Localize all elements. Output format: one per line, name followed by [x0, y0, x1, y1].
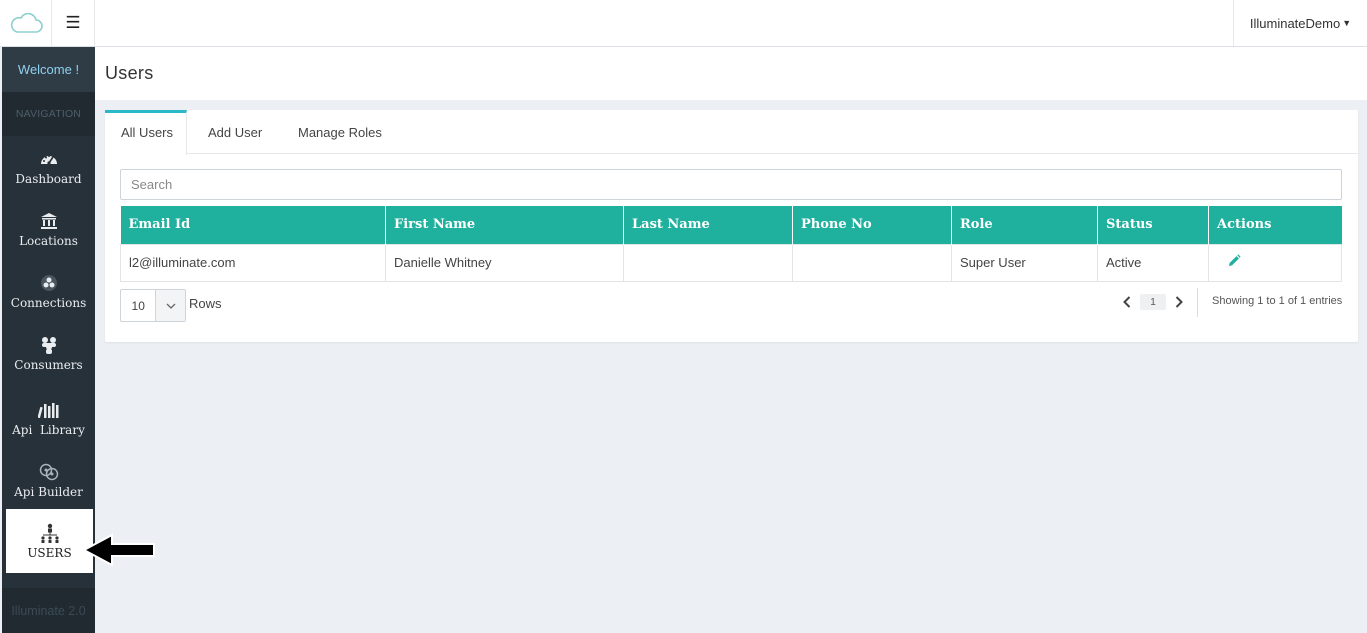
column-header-last-name[interactable]: Last Name: [623, 206, 793, 244]
users-hierarchy-icon: [40, 522, 60, 544]
nav-heading: NAVIGATION: [2, 92, 95, 136]
cell-role: Super User: [951, 243, 1098, 282]
user-name: IlluminateDemo: [1249, 15, 1341, 31]
pagination-divider: [1197, 288, 1198, 317]
sidebar-item-users[interactable]: USERS: [6, 509, 93, 573]
api-builder-icon: [39, 461, 59, 483]
consumers-icon: [40, 334, 58, 356]
version-label: Illuminate 2.0: [2, 588, 95, 633]
dashboard-gauge-icon: [40, 148, 58, 170]
page-number-button[interactable]: 1: [1140, 294, 1166, 310]
next-page-button[interactable]: [1170, 293, 1188, 311]
tab-bar: All Users Add User Manage Roles: [105, 110, 1358, 155]
rows-per-page-value: 10: [131, 298, 145, 313]
cloud-icon: [10, 12, 43, 33]
sidebar-item-api-library[interactable]: Api Library: [2, 384, 95, 451]
cell-email: l2@illuminate.com: [120, 243, 386, 282]
column-header-role[interactable]: Role: [951, 206, 1098, 244]
search-input[interactable]: [120, 169, 1342, 200]
caret-down-icon: ▼: [1342, 18, 1352, 28]
cell-status: Active: [1097, 243, 1209, 282]
tab-label: All Users: [121, 125, 174, 140]
column-header-phone[interactable]: Phone No: [792, 206, 952, 244]
sidebar-item-dashboard[interactable]: Dashboard: [2, 136, 95, 198]
sidebar-item-consumers[interactable]: Consumers: [2, 322, 95, 384]
top-bar: ☰ IlluminateDemo ▼: [0, 0, 1367, 47]
user-menu-dropdown[interactable]: IlluminateDemo ▼: [1233, 0, 1367, 46]
cell-phone: [792, 243, 952, 282]
tab-all-users[interactable]: All Users: [105, 110, 187, 155]
tab-add-user[interactable]: Add User: [208, 110, 262, 154]
cell-actions: [1208, 243, 1342, 282]
menu-toggle-button[interactable]: ☰: [52, 0, 95, 46]
rows-label: Rows: [189, 296, 222, 311]
previous-page-button[interactable]: [1118, 293, 1136, 311]
building-icon: [40, 210, 58, 232]
sidebar-item-label: Connections: [10, 296, 87, 310]
welcome-text: Welcome !: [2, 47, 95, 92]
sidebar-item-label: Dashboard: [15, 172, 82, 186]
connections-icon: [40, 272, 58, 294]
cell-last-name: [623, 243, 793, 282]
column-header-first-name[interactable]: First Name: [385, 206, 624, 244]
tab-label: Manage Roles: [298, 124, 382, 140]
pencil-icon[interactable]: [1227, 254, 1241, 271]
sidebar-item-label: Api Library: [12, 422, 85, 437]
pagination: 1: [1118, 292, 1188, 312]
sidebar-item-label: USERS: [27, 546, 72, 560]
column-header-actions: Actions: [1208, 206, 1342, 244]
cell-first-name: Danielle Whitney: [385, 243, 624, 282]
table-row: l2@illuminate.com Danielle Whitney Super…: [120, 243, 1342, 282]
sidebar-item-label: Api Builder: [14, 485, 83, 499]
entries-info: Showing 1 to 1 of 1 entries: [1212, 295, 1343, 307]
sidebar-item-connections[interactable]: Connections: [2, 260, 95, 322]
page-header: Users: [95, 47, 1367, 100]
page-title: Users: [105, 63, 154, 83]
chevron-right-icon: [1175, 296, 1183, 308]
rows-per-page-select[interactable]: 10: [120, 289, 186, 322]
sidebar-item-locations[interactable]: Locations: [2, 198, 95, 260]
column-header-status[interactable]: Status: [1097, 206, 1209, 244]
sidebar-item-api-builder[interactable]: Api Builder: [2, 451, 95, 509]
column-header-email[interactable]: Email Id: [120, 206, 386, 244]
hamburger-icon: ☰: [65, 13, 81, 32]
chevron-left-icon: [1123, 296, 1131, 308]
tab-manage-roles[interactable]: Manage Roles: [298, 110, 382, 154]
table-header-row: Email Id First Name Last Name Phone No R…: [120, 206, 1342, 244]
library-icon: [37, 399, 60, 421]
tab-label: Add User: [208, 124, 263, 140]
sidebar-item-label: Locations: [19, 234, 78, 248]
sidebar-item-label: Consumers: [14, 358, 83, 372]
annotation-arrow-icon: [82, 533, 155, 567]
logo[interactable]: [0, 0, 52, 46]
chevron-down-icon: [155, 290, 185, 321]
users-card: All Users Add User Manage Roles Email Id…: [105, 110, 1358, 342]
users-table: Email Id First Name Last Name Phone No R…: [120, 206, 1342, 282]
